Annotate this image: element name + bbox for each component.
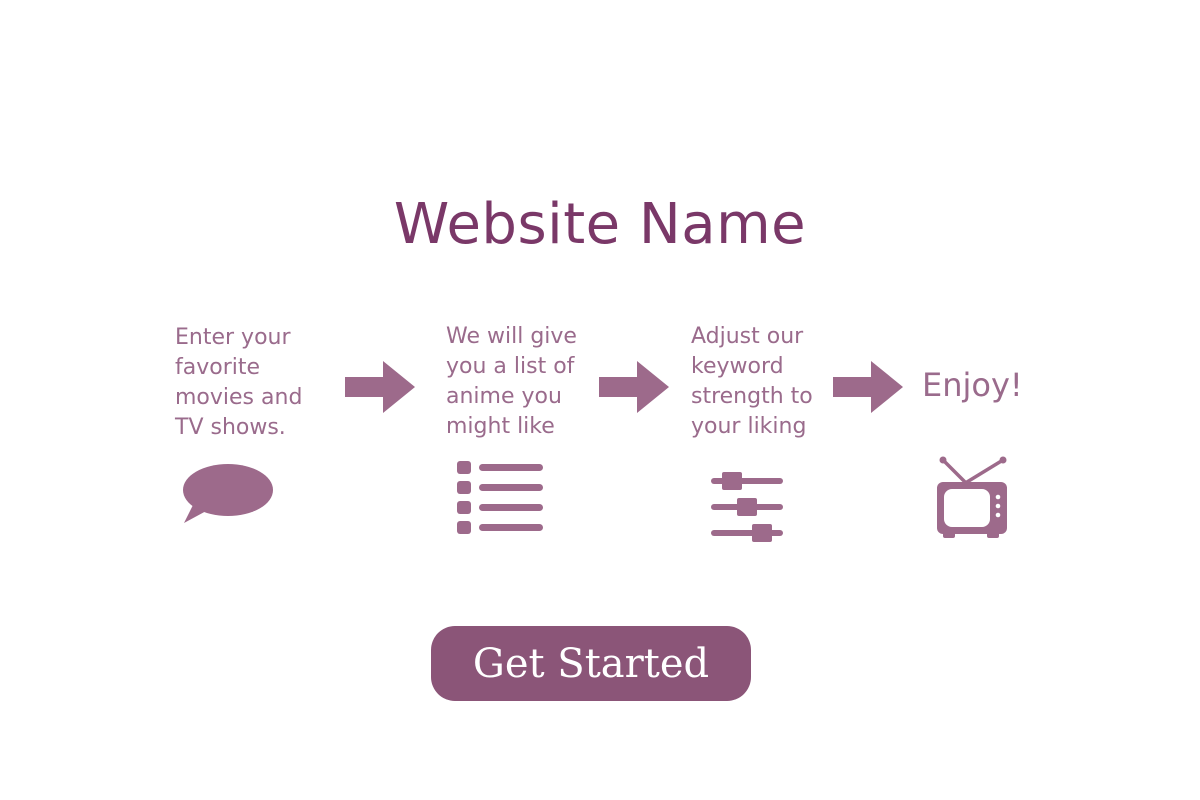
get-started-button[interactable]: Get Started: [431, 626, 751, 701]
landing-page: Website Name Enter your favorite movies …: [0, 0, 1200, 800]
list-icon: [457, 461, 543, 534]
arrow-right-icon: [833, 361, 903, 413]
arrow-right-icon: [345, 361, 415, 413]
step-2-text: We will give you a list of anime you mig…: [446, 324, 577, 439]
tv-icon: [937, 456, 1007, 538]
step-3-text: Adjust our keyword strength to your liki…: [691, 324, 813, 439]
step-1-text: Enter your favorite movies and TV shows.: [175, 325, 303, 440]
page-title: Website Name: [393, 192, 807, 257]
arrow-right-icon: [599, 361, 669, 413]
step-4-text: Enjoy!: [922, 366, 1023, 404]
chat-bubble-icon: [183, 464, 273, 523]
sliders-icon: [711, 472, 783, 542]
